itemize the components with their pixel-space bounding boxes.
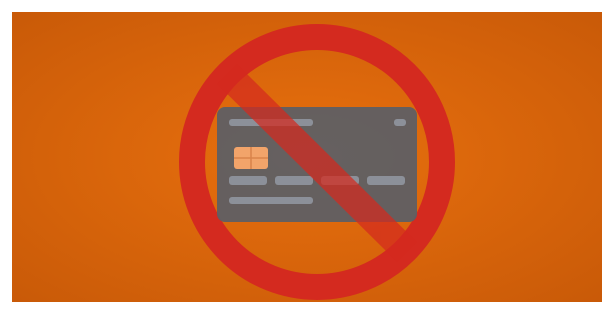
card-number-group-1 (229, 176, 267, 185)
card-logo-mark (394, 119, 406, 126)
card-number-group-2 (275, 176, 313, 185)
screenshot-frame (0, 0, 604, 310)
card-holder-line (229, 197, 313, 204)
card-number-group-4 (367, 176, 405, 185)
no-credit-card-illustration (12, 12, 602, 302)
